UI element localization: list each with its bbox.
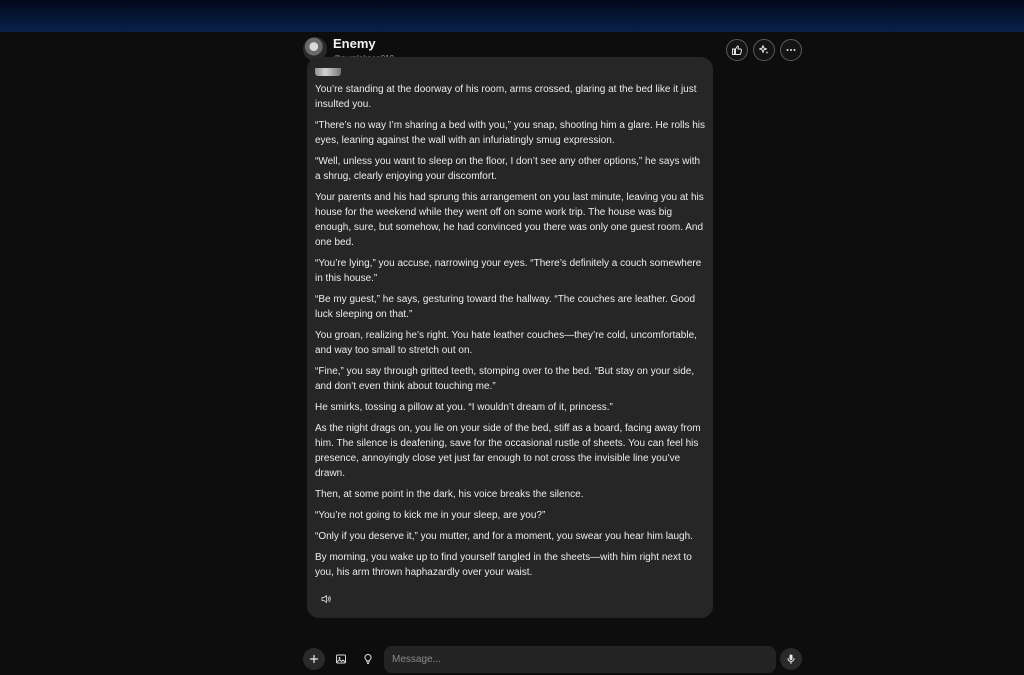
character-name[interactable]: Enemy [333, 36, 376, 51]
voice-input-button[interactable] [780, 648, 802, 670]
message-paragraph: As the night drags on, you lie on your s… [315, 423, 701, 479]
message-paragraph: “Only if you deserve it,” you mutter, an… [315, 531, 693, 542]
sparkle-icon [759, 45, 769, 54]
lightbulb-icon [364, 653, 372, 664]
message-composer [302, 646, 804, 674]
message-paragraph: “Well, unless you want to sleep on the f… [315, 156, 701, 182]
play-audio-button[interactable] [319, 592, 333, 606]
message-paragraph: By morning, you wake up to find yourself… [315, 552, 692, 578]
thumbs-up-icon [732, 45, 742, 55]
message-avatar-thumbnail [315, 68, 341, 76]
message-paragraph: “You’re lying,” you accuse, narrowing yo… [315, 258, 702, 284]
message-paragraph: Your parents and his had sprung this arr… [315, 192, 704, 248]
idea-button[interactable] [357, 648, 379, 670]
message-paragraph: You groan, realizing he’s right. You hat… [315, 330, 697, 356]
like-button[interactable] [726, 39, 748, 61]
more-options-button[interactable] [780, 39, 802, 61]
message-paragraph: “Fine,” you say through gritted teeth, s… [315, 366, 695, 392]
message-body: You’re standing at the doorway of his ro… [315, 82, 707, 586]
message-paragraph: You’re standing at the doorway of his ro… [315, 84, 697, 110]
browser-top-bar [0, 0, 1024, 32]
image-icon [336, 654, 346, 664]
image-button[interactable] [330, 648, 352, 670]
character-message: You’re standing at the doorway of his ro… [307, 57, 713, 618]
message-paragraph: “Be my guest,” he says, gesturing toward… [315, 294, 696, 320]
speaker-icon [321, 595, 331, 603]
message-input[interactable] [384, 646, 776, 673]
microphone-icon [787, 654, 795, 664]
message-paragraph: “There’s no way I’m sharing a bed with y… [315, 120, 706, 146]
plus-icon [309, 654, 319, 664]
message-paragraph: Then, at some point in the dark, his voi… [315, 489, 584, 500]
more-icon [786, 49, 796, 51]
message-paragraph: He smirks, tossing a pillow at you. “I w… [315, 402, 613, 413]
ai-enhance-button[interactable] [753, 39, 775, 61]
add-button[interactable] [303, 648, 325, 670]
message-paragraph: “You’re not going to kick me in your sle… [315, 510, 546, 521]
